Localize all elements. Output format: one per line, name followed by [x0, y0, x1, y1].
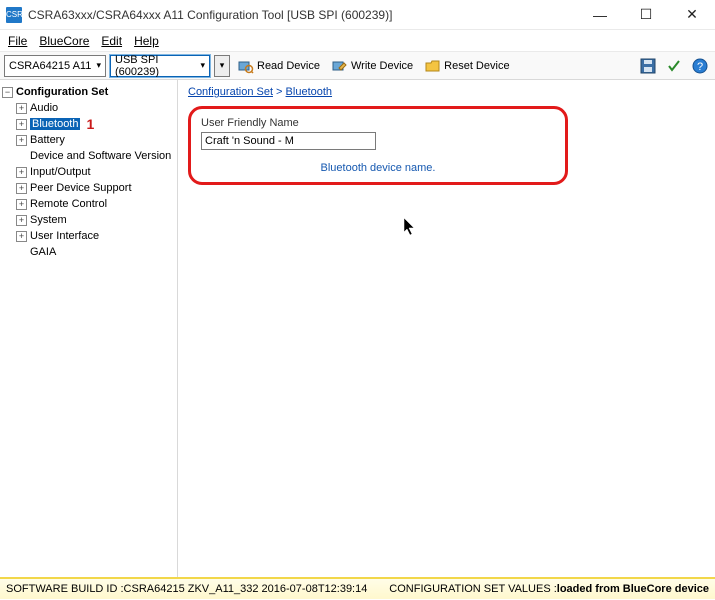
- chevron-down-icon: ▾: [198, 60, 207, 71]
- close-button[interactable]: ✕: [669, 0, 715, 29]
- expand-icon[interactable]: +: [16, 231, 27, 242]
- tree-item-label: System: [30, 214, 67, 226]
- status-value-2: loaded from BlueCore device: [557, 583, 709, 595]
- menu-file[interactable]: File: [8, 34, 27, 48]
- connection-dropdown-button[interactable]: ▾: [214, 55, 230, 77]
- tree-item-label: Bluetooth: [30, 118, 80, 130]
- body: − Configuration Set +Audio+Bluetooth1+Ba…: [0, 80, 715, 577]
- pencil-chip-icon: [332, 58, 348, 74]
- cursor-icon: [404, 218, 416, 239]
- read-device-label: Read Device: [257, 60, 320, 72]
- expand-placeholder: [16, 247, 27, 258]
- collapse-icon[interactable]: −: [2, 87, 13, 98]
- breadcrumb-current[interactable]: Bluetooth: [286, 86, 332, 98]
- expand-icon[interactable]: +: [16, 119, 27, 130]
- expand-icon[interactable]: +: [16, 199, 27, 210]
- maximize-button[interactable]: ☐: [623, 0, 669, 29]
- highlight-panel: User Friendly Name Bluetooth device name…: [188, 106, 568, 185]
- chevron-down-icon: ▾: [94, 60, 103, 71]
- status-key-1: SOFTWARE BUILD ID :: [6, 583, 124, 595]
- status-key-2: CONFIGURATION SET VALUES :: [389, 583, 556, 595]
- svg-text:?: ?: [697, 61, 703, 73]
- tree-item-peer-device-support[interactable]: +Peer Device Support: [2, 180, 175, 196]
- write-device-label: Write Device: [351, 60, 413, 72]
- expand-icon[interactable]: +: [16, 167, 27, 178]
- check-icon: [666, 58, 682, 74]
- statusbar: SOFTWARE BUILD ID : CSRA64215 ZKV_A11_33…: [0, 577, 715, 599]
- friendly-name-input[interactable]: [201, 132, 376, 150]
- tree-item-label: Audio: [30, 102, 58, 114]
- tree-item-system[interactable]: +System: [2, 212, 175, 228]
- breadcrumb-root[interactable]: Configuration Set: [188, 86, 273, 98]
- menubar: File BlueCore Edit Help: [0, 30, 715, 52]
- read-device-button[interactable]: Read Device: [234, 55, 324, 77]
- reset-device-label: Reset Device: [444, 60, 509, 72]
- device-model-value: CSRA64215 A11: [9, 60, 91, 72]
- write-device-button[interactable]: Write Device: [328, 55, 417, 77]
- tree-item-label: Peer Device Support: [30, 182, 132, 194]
- toolbar: CSRA64215 A11 ▾ USB SPI (600239) ▾ ▾ Rea…: [0, 52, 715, 80]
- save-button[interactable]: [637, 55, 659, 77]
- floppy-icon: [640, 58, 656, 74]
- connection-combo[interactable]: USB SPI (600239) ▾: [110, 55, 210, 77]
- search-chip-icon: [238, 58, 254, 74]
- expand-icon[interactable]: +: [16, 103, 27, 114]
- tree-item-device-and-software-version[interactable]: Device and Software Version: [2, 148, 175, 164]
- menu-help[interactable]: Help: [134, 34, 159, 48]
- tree-item-battery[interactable]: +Battery: [2, 132, 175, 148]
- help-button[interactable]: ?: [689, 55, 711, 77]
- titlebar: CSR CSRA63xxx/CSRA64xxx A11 Configuratio…: [0, 0, 715, 30]
- field-hint: Bluetooth device name.: [201, 162, 555, 174]
- breadcrumb-sep: >: [273, 86, 286, 98]
- field-label: User Friendly Name: [201, 117, 555, 129]
- connection-value: USB SPI (600239): [115, 54, 198, 78]
- tree-item-bluetooth[interactable]: +Bluetooth 1: [2, 116, 175, 132]
- tree-item-label: User Interface: [30, 230, 99, 242]
- tree-item-input-output[interactable]: +Input/Output: [2, 164, 175, 180]
- tree-panel: − Configuration Set +Audio+Bluetooth1+Ba…: [0, 80, 178, 577]
- reset-device-button[interactable]: Reset Device: [421, 55, 513, 77]
- tree-item-label: Battery: [30, 134, 65, 146]
- tree-item-audio[interactable]: +Audio: [2, 100, 175, 116]
- expand-icon[interactable]: +: [16, 135, 27, 146]
- tree-item-user-interface[interactable]: +User Interface: [2, 228, 175, 244]
- tree-item-gaia[interactable]: GAIA: [2, 244, 175, 260]
- expand-placeholder: [16, 151, 27, 162]
- status-value-1: CSRA64215 ZKV_A11_332 2016-07-08T12:39:1…: [124, 583, 368, 595]
- window-buttons: — ☐ ✕: [577, 0, 715, 29]
- tree-root-label: Configuration Set: [16, 86, 108, 98]
- tree-item-label: Remote Control: [30, 198, 107, 210]
- window-title: CSRA63xxx/CSRA64xxx A11 Configuration To…: [28, 8, 577, 22]
- tree-item-label: Device and Software Version: [30, 150, 171, 162]
- check-button[interactable]: [663, 55, 685, 77]
- folder-refresh-icon: [425, 58, 441, 74]
- menu-edit[interactable]: Edit: [101, 34, 122, 48]
- breadcrumb: Configuration Set > Bluetooth: [188, 86, 705, 98]
- minimize-button[interactable]: —: [577, 0, 623, 29]
- tree-root[interactable]: − Configuration Set: [2, 84, 175, 100]
- device-model-combo[interactable]: CSRA64215 A11 ▾: [4, 55, 106, 77]
- tree-item-label: Input/Output: [30, 166, 91, 178]
- expand-icon[interactable]: +: [16, 183, 27, 194]
- tree-item-label: GAIA: [30, 246, 56, 258]
- help-icon: ?: [692, 58, 708, 74]
- app-icon: CSR: [6, 7, 22, 23]
- expand-icon[interactable]: +: [16, 215, 27, 226]
- tree-item-remote-control[interactable]: +Remote Control: [2, 196, 175, 212]
- content-panel: Configuration Set > Bluetooth User Frien…: [178, 80, 715, 577]
- menu-bluecore[interactable]: BlueCore: [39, 34, 89, 48]
- annotation-marker: 1: [86, 116, 94, 132]
